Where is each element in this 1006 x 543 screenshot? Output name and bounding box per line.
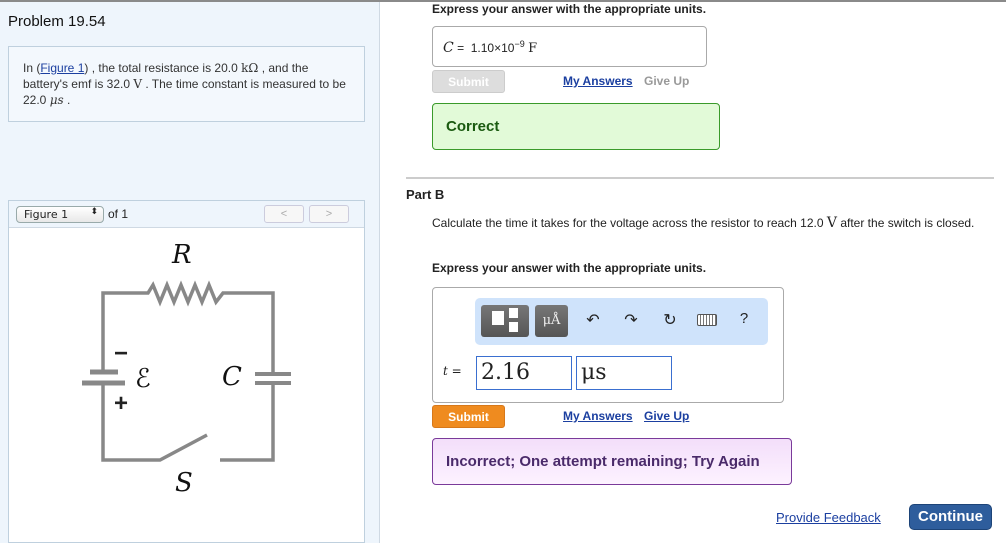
value-input[interactable]: 2.16 [476,356,572,390]
text: Calculate the time it takes for the volt… [432,216,827,230]
redo-icon[interactable]: ↷ [620,310,642,330]
answer-exponent: −9 [514,39,525,49]
part-b-question: Calculate the time it takes for the volt… [432,213,997,234]
continue-button[interactable]: Continue [909,504,992,530]
keyboard-icon[interactable] [697,314,717,326]
templates-button[interactable] [481,305,529,337]
part-b-my-answers-link[interactable]: My Answers [563,409,633,423]
text: after the switch is closed. [837,216,975,230]
rc-circuit-diagram [82,280,291,462]
part-b-give-up-link[interactable]: Give Up [644,409,689,423]
divider [406,177,994,179]
correct-feedback: Correct [432,103,720,150]
answer-value: 1.10×10 [470,41,515,55]
unit-input[interactable]: μs [576,356,672,390]
unit: V [826,215,837,231]
label-minus: − [114,340,129,367]
part-a-my-answers-link[interactable]: My Answers [563,74,633,88]
fraction-template-icon [492,311,505,325]
part-b-instructions: Express your answer with the appropriate… [432,261,707,275]
wire-top-left [101,280,275,374]
part-b-submit-button[interactable]: Submit [432,405,505,428]
math-toolbar: μÅ ↶ ↷ ↻ ? [475,298,768,345]
label-emf: ℰ [135,364,151,394]
label-s: S [175,468,193,498]
label-r: R [172,240,192,270]
label-plus: + [114,390,129,417]
units-button[interactable]: μÅ [535,305,568,337]
fraction-icon [508,308,518,332]
variable-label: t = [443,364,462,378]
label-c: C [222,362,242,392]
part-b-heading: Part B [406,187,445,202]
undo-icon[interactable]: ↶ [582,310,604,330]
help-icon[interactable]: ? [733,310,755,327]
answer-unit: F [528,41,538,56]
variable: C [443,40,454,56]
wire-bottom-right [220,383,275,462]
provide-feedback-link[interactable]: Provide Feedback [776,510,881,525]
incorrect-feedback: Incorrect; One attempt remaining; Try Ag… [432,438,792,485]
equals: = [457,41,465,55]
part-a-answer: C = 1.10×10−9 F [432,26,707,67]
part-a-give-up-link: Give Up [644,74,690,88]
part-a-submit-button[interactable]: Submit [432,70,505,93]
reset-icon[interactable]: ↻ [659,310,681,330]
part-a-instructions: Express your answer with the appropriate… [432,2,707,16]
